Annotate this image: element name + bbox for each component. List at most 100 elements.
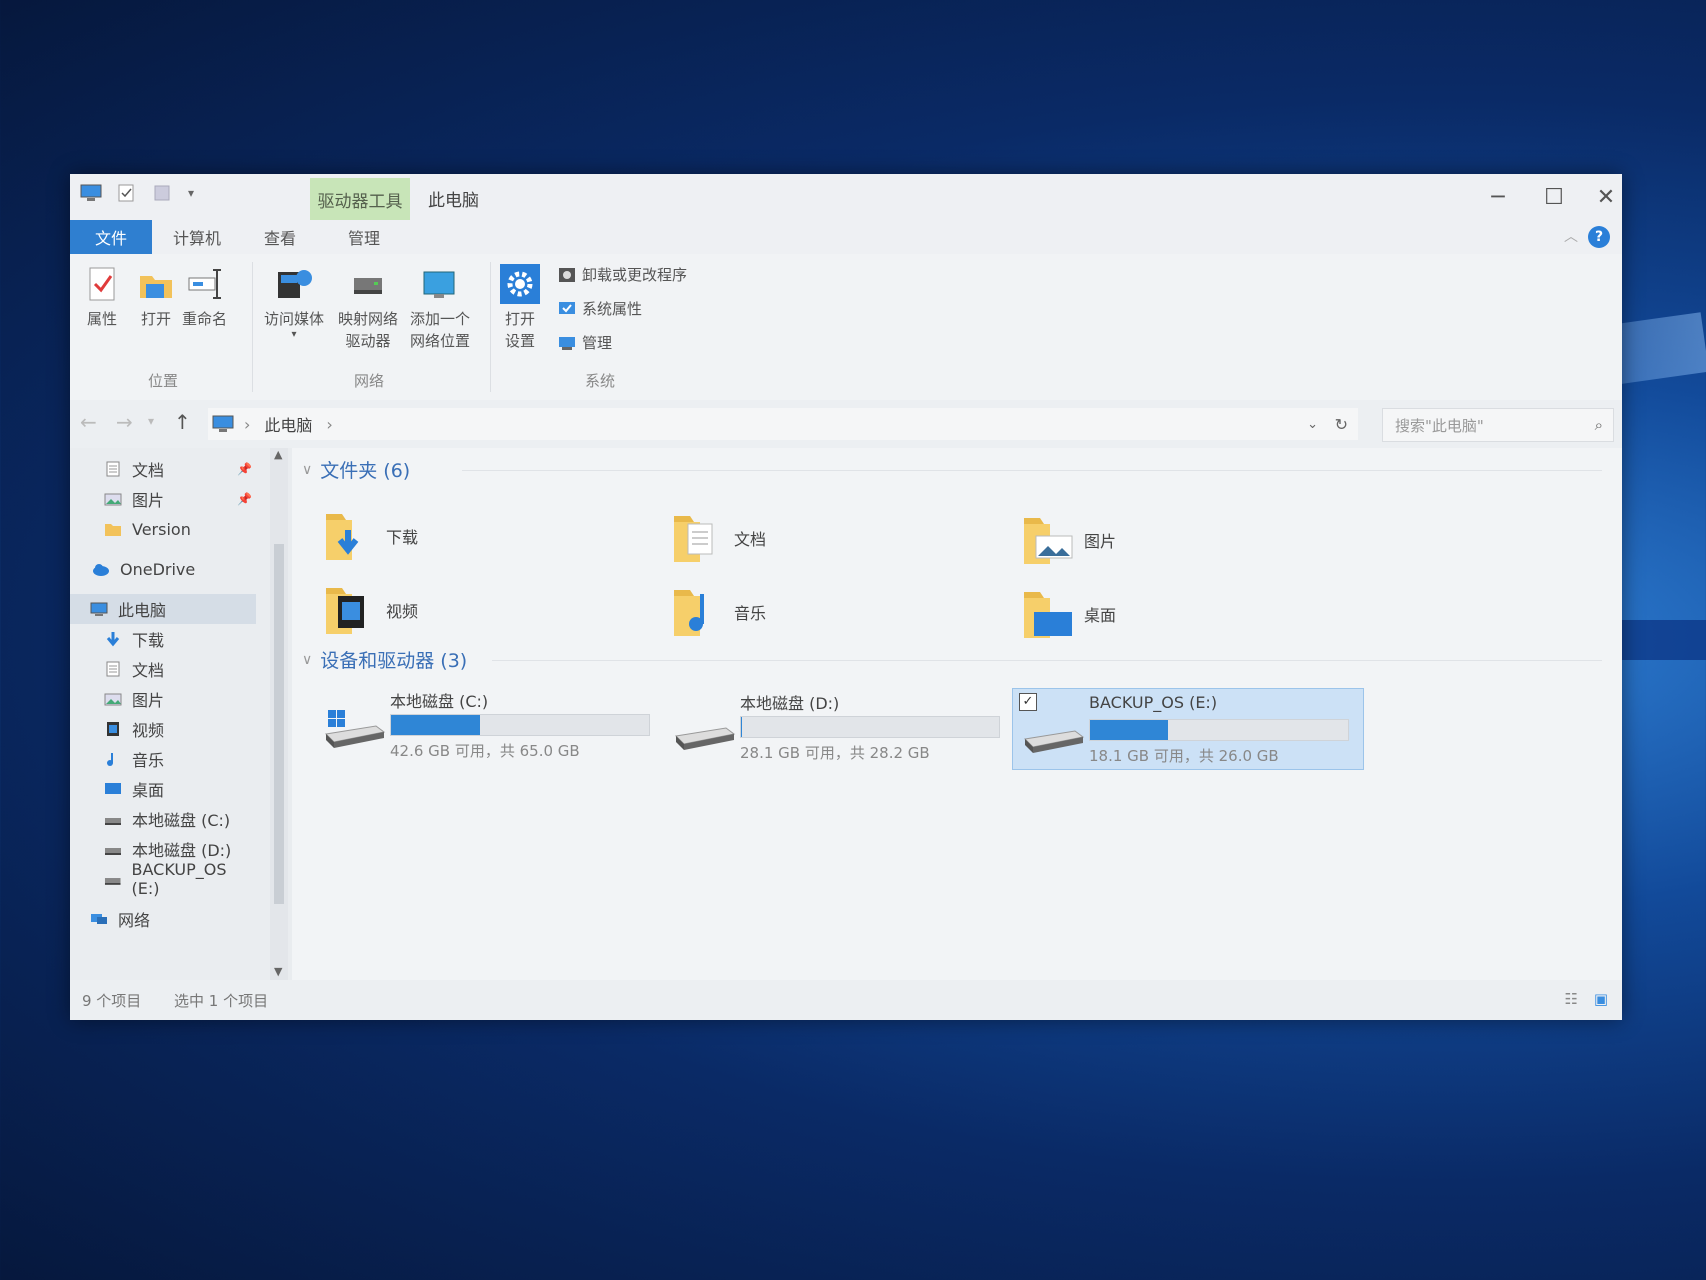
back-arrow-icon[interactable]: ← bbox=[80, 410, 97, 434]
scroll-down-icon[interactable]: ▼ bbox=[274, 965, 282, 978]
nav-item[interactable]: 下载 bbox=[70, 624, 256, 654]
rename-button[interactable]: 重命名 bbox=[182, 264, 227, 330]
properties-check-icon[interactable] bbox=[116, 184, 138, 202]
add-location-label-2: 网络位置 bbox=[410, 332, 471, 350]
documents-folder-icon bbox=[674, 516, 713, 562]
folder-item[interactable]: 下载 bbox=[322, 508, 418, 564]
recent-locations-icon[interactable]: ▾ bbox=[148, 414, 154, 428]
nav-item[interactable]: 网络 bbox=[70, 904, 256, 934]
folders-section-header[interactable]: ∨ 文件夹 (6) bbox=[302, 456, 410, 483]
system-properties-icon bbox=[559, 301, 575, 314]
nav-item[interactable]: Version bbox=[70, 514, 256, 544]
nav-item-label: 视频 bbox=[132, 721, 165, 740]
folder-icon bbox=[105, 524, 121, 536]
folder-label: 音乐 bbox=[734, 604, 767, 623]
map-network-drive-button[interactable]: 映射网络 驱动器 bbox=[338, 264, 398, 352]
nav-item[interactable]: 文档 bbox=[70, 654, 256, 684]
forward-arrow-icon[interactable]: → bbox=[116, 410, 133, 434]
close-button[interactable]: ✕ bbox=[1582, 182, 1622, 212]
search-icon[interactable]: ⌕ bbox=[1595, 416, 1603, 434]
large-icons-view-icon[interactable]: ▣ bbox=[1594, 990, 1608, 1008]
search-box[interactable]: 搜索"此电脑" ⌕ bbox=[1382, 408, 1614, 442]
nav-item[interactable]: OneDrive bbox=[70, 554, 256, 584]
folder-label: 视频 bbox=[386, 602, 419, 621]
minimize-button[interactable]: ─ bbox=[1474, 182, 1522, 212]
nav-item[interactable]: 图片 bbox=[70, 684, 256, 714]
drive-item[interactable]: 本地磁盘 (C:) 42.6 GB 可用，共 65.0 GB bbox=[314, 684, 664, 764]
media-icon bbox=[278, 270, 312, 298]
add-network-location-button[interactable]: 添加一个 网络位置 bbox=[410, 264, 470, 352]
item-count: 9 个项目 bbox=[82, 992, 142, 1010]
open-settings-button[interactable]: 打开 设置 bbox=[500, 264, 540, 352]
computer-icon bbox=[90, 602, 108, 616]
ribbon-separator bbox=[490, 262, 491, 392]
tab-file[interactable]: 文件 bbox=[70, 220, 152, 254]
drive-tools-context-tab[interactable]: 驱动器工具 bbox=[310, 178, 410, 220]
system-properties-button[interactable]: 系统属性 bbox=[558, 298, 642, 319]
folder-item[interactable]: 音乐 bbox=[670, 584, 766, 640]
nav-item[interactable]: 此电脑 bbox=[70, 594, 256, 624]
nav-item-label: OneDrive bbox=[120, 559, 196, 579]
drive-icon bbox=[105, 818, 121, 825]
chevron-down-icon: ∨ bbox=[302, 651, 313, 668]
manage-button[interactable]: 管理 bbox=[558, 332, 612, 353]
manage-icon bbox=[559, 336, 575, 350]
folder-item[interactable]: 视频 bbox=[322, 582, 418, 638]
drive-usage-bar bbox=[390, 714, 650, 736]
drive-usage-bar bbox=[1089, 719, 1349, 741]
window-title: 此电脑 bbox=[428, 191, 479, 211]
folder-label: 下载 bbox=[386, 528, 419, 547]
chevron-down-icon: ∨ bbox=[302, 461, 313, 478]
pin-icon[interactable]: 📌 bbox=[237, 492, 252, 506]
drive-usage-bar bbox=[740, 716, 1000, 738]
details-view-icon[interactable]: ☷ bbox=[1565, 990, 1578, 1008]
nav-item[interactable]: 文档 📌 bbox=[70, 454, 256, 484]
address-bar[interactable]: › 此电脑 › ⌄ ↻ bbox=[208, 408, 1358, 440]
access-media-button[interactable]: 访问媒体 ▾ bbox=[264, 264, 324, 340]
new-folder-icon[interactable] bbox=[152, 184, 174, 202]
drive-name: BACKUP_OS (E:) bbox=[1089, 693, 1218, 712]
settings-gear-icon bbox=[500, 264, 540, 304]
tab-manage[interactable]: 管理 bbox=[318, 220, 410, 254]
folder-item[interactable]: 文档 bbox=[670, 510, 766, 566]
nav-item[interactable]: 音乐 bbox=[70, 744, 256, 774]
cloud-icon bbox=[93, 564, 109, 576]
drive-item[interactable]: ✓ BACKUP_OS (E:) 18.1 GB 可用，共 26.0 GB bbox=[1012, 688, 1364, 770]
video-icon bbox=[107, 722, 119, 736]
maximize-button[interactable]: ☐ bbox=[1530, 182, 1578, 212]
tab-computer[interactable]: 计算机 bbox=[152, 220, 242, 254]
customize-toolbar-icon[interactable]: ▾ bbox=[188, 186, 194, 200]
drive-item[interactable]: 本地磁盘 (D:) 28.1 GB 可用，共 28.2 GB bbox=[664, 686, 1014, 766]
up-arrow-icon[interactable]: ↑ bbox=[174, 410, 191, 434]
help-icon[interactable]: ? bbox=[1588, 226, 1610, 248]
open-button[interactable]: 打开 bbox=[136, 264, 176, 330]
uninstall-program-button[interactable]: 卸载或更改程序 bbox=[558, 264, 687, 285]
breadcrumb-this-pc[interactable]: 此电脑 bbox=[264, 412, 312, 436]
nav-item[interactable]: 视频 bbox=[70, 714, 256, 744]
address-dropdown-icon[interactable]: ⌄ bbox=[1307, 417, 1318, 432]
drives-section-header[interactable]: ∨ 设备和驱动器 (3) bbox=[302, 646, 467, 673]
drive-space-info: 42.6 GB 可用，共 65.0 GB bbox=[390, 742, 580, 760]
folder-item[interactable]: 桌面 bbox=[1020, 586, 1116, 642]
nav-item[interactable]: 桌面 bbox=[70, 774, 256, 804]
uninstall-icon bbox=[559, 267, 575, 282]
collapse-ribbon-icon[interactable]: ︿ bbox=[1564, 226, 1578, 246]
pin-icon[interactable]: 📌 bbox=[237, 462, 252, 476]
nav-item[interactable]: BACKUP_OS (E:) bbox=[70, 860, 256, 898]
refresh-icon[interactable]: ↻ bbox=[1335, 415, 1348, 434]
quick-access-toolbar: ▾ bbox=[80, 184, 194, 202]
nav-item-label: 图片 bbox=[132, 491, 165, 510]
scroll-thumb[interactable] bbox=[274, 544, 284, 904]
tab-view[interactable]: 查看 bbox=[242, 220, 318, 254]
folder-item[interactable]: 图片 bbox=[1020, 512, 1116, 568]
scroll-up-icon[interactable]: ▲ bbox=[274, 448, 282, 461]
uninstall-label: 卸载或更改程序 bbox=[582, 266, 688, 284]
rename-icon bbox=[188, 269, 221, 299]
nav-item[interactable]: 图片 📌 bbox=[70, 484, 256, 514]
properties-button[interactable]: 属性 bbox=[82, 264, 122, 330]
ribbon-separator bbox=[252, 262, 253, 392]
nav-item[interactable]: 本地磁盘 (C:) bbox=[70, 804, 256, 834]
network-location-icon bbox=[423, 271, 455, 298]
drive-space-info: 18.1 GB 可用，共 26.0 GB bbox=[1089, 747, 1279, 765]
nav-scrollbar[interactable]: ▲ ▼ bbox=[270, 448, 288, 980]
